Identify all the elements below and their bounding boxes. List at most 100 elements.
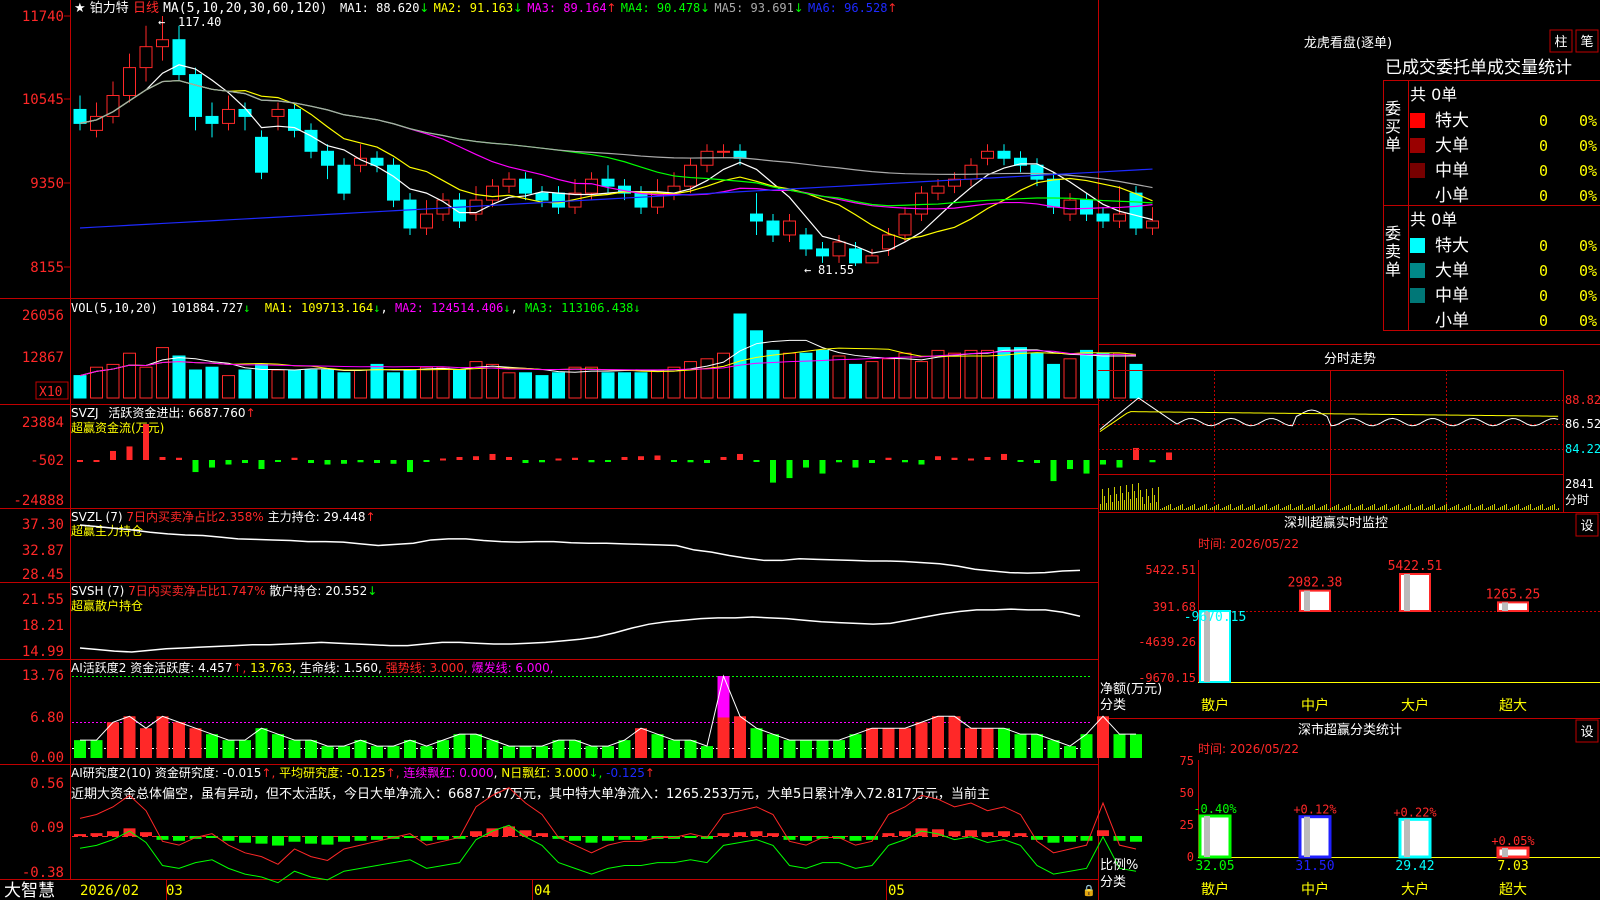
fenshi-volume-bar [1366, 508, 1367, 510]
fenshi-volume-bar [1438, 508, 1439, 510]
favorite-star-icon: ★ [74, 1, 86, 16]
fenshi-volume-bar [1310, 506, 1311, 510]
fenshi-volume-bar [1274, 506, 1275, 510]
fenshi-volume-bar [1308, 507, 1309, 510]
svzj-bar [885, 457, 892, 460]
candle-body [156, 39, 169, 48]
svzj-bar [951, 457, 958, 460]
fenshi-volume-bar [1254, 504, 1255, 510]
sz-class-category: 散户 [1201, 881, 1229, 898]
candle-body [1129, 192, 1143, 229]
ai-active-bar [915, 722, 928, 758]
svzj-bar [1149, 460, 1156, 463]
ai-active-bar [965, 728, 977, 758]
sz-class-bar-shade [1304, 816, 1310, 857]
fenshi-volume-bar [1202, 506, 1203, 510]
svsh-title: SVSH (7) [71, 584, 124, 598]
volume-bar [337, 372, 351, 399]
xaxis-label-2026-02: 2026/02 [80, 883, 139, 899]
sz-class-title: 深市超赢分类统计 [1298, 722, 1402, 738]
fenshi-volume-bar [1520, 509, 1521, 510]
candlestick-series [73, 16, 1159, 266]
fenshi-axis-top: 88.82 [1565, 393, 1600, 407]
ai-active-bar [321, 746, 334, 758]
svzj-bar [539, 460, 545, 463]
fenshi-volume-bar [1486, 508, 1487, 510]
sz-monitor-bar-shade [1502, 602, 1508, 611]
lock-icon[interactable]: 🔒 [1082, 884, 1096, 897]
fenshi-volume-bar [1160, 509, 1161, 510]
svsh-red: 7日内买卖净占比1.747% [128, 583, 265, 598]
fenshi-volume-bar [1226, 506, 1227, 510]
tick-mode-label[interactable]: 笔 [1580, 34, 1593, 50]
ai-research-title: AI研究度2(10) [71, 765, 151, 780]
candle-body [387, 164, 400, 201]
candle-body [486, 185, 499, 201]
sz-monitor-time: 时间: 2026/05/22 [1198, 537, 1299, 551]
order-size-percent: 0% [1579, 287, 1597, 305]
stock-chart-canvas[interactable]: ★ 铂力特 日线 MA(5,10,20,30,60,120) MA1: 88.6… [0, 0, 1600, 900]
candle-body [337, 164, 351, 194]
volume-bar [750, 330, 763, 399]
sz-monitor-settings-label[interactable]: 设 [1580, 519, 1593, 534]
fenshi-volume-bar [1512, 507, 1513, 510]
fenshi-volume-bar [1234, 508, 1235, 510]
volume-bar [865, 361, 879, 399]
fenshi-volume-bar [1306, 508, 1307, 510]
fenshi-volume-bar [1176, 507, 1177, 510]
ai-research-bar [156, 836, 169, 840]
ai-research-axis-mid: 0.09 [30, 820, 64, 836]
fenshi-axis-mid: 86.52 [1565, 417, 1600, 431]
ai-research-bar [470, 831, 482, 836]
vol-unit-label[interactable]: X10 [39, 385, 62, 400]
ma-legend-item: MA5: 93.691 [714, 1, 793, 15]
ai-active-bar [701, 746, 713, 758]
fenshi-volume-bar [1154, 495, 1155, 510]
fenshi-volume-bar [1132, 484, 1133, 510]
fenshi-volume-bar [1204, 505, 1205, 510]
volume-bar [238, 369, 252, 399]
fenshi-volume-bar [1536, 507, 1537, 510]
sz-class-chart: 75 50 25 0 -0.40% 32.05 散户 +0.12% 31.50 中户 +0.22% 2… [1180, 754, 1600, 898]
fenshi-volume-bar [1242, 504, 1243, 510]
xaxis-label-03: 03 [166, 883, 183, 899]
order-side-label: 委卖单 [1385, 224, 1401, 279]
fenshi-volume-bar [1312, 505, 1313, 510]
fenshi-volume-bar [1230, 504, 1231, 510]
volume-bar [816, 349, 829, 399]
fenshi-volume-bar [1348, 505, 1349, 510]
order-size-percent: 0% [1579, 237, 1597, 255]
fenshi-volume-bar [1190, 506, 1191, 510]
ai-research-bar [750, 831, 763, 836]
fenshi-volume-bar [1352, 509, 1353, 510]
ai-research-bar [734, 832, 746, 836]
ai-active-bar [998, 728, 1010, 758]
sz-class-settings-label[interactable]: 设 [1580, 725, 1593, 740]
fenshi-volume-bar [1288, 505, 1289, 510]
price-axis-label: 11740 [22, 9, 64, 25]
svzj-bar [308, 460, 314, 464]
sz-monitor-title: 深圳超赢实时监控 [1284, 515, 1388, 531]
ai-active-bar [404, 740, 416, 758]
fenshi-volume-bar [1100, 504, 1101, 510]
candle-body [255, 136, 268, 173]
order-color-swatch [1410, 263, 1425, 278]
volume-bar [403, 369, 417, 399]
fenshi-volume-bar [1194, 504, 1195, 510]
fenshi-volume-bar [1174, 508, 1175, 510]
svzj-bar [852, 460, 859, 468]
svg-text:VOL(5,10,20) 101884.727↓,: VOL(5,10,20) 101884.727↓, MA1: 109713.16… [71, 301, 641, 315]
ai-active-axis-mid: 6.80 [30, 710, 64, 726]
fenshi-volume-bar [1532, 509, 1533, 510]
bar-mode-label[interactable]: 柱 [1554, 35, 1567, 50]
candle-body [964, 164, 978, 180]
volume-bar [222, 375, 235, 399]
fenshi-volume-bar [1212, 507, 1213, 510]
fenshi-volume-bar [1546, 508, 1547, 510]
fenshi-volume-bar [1528, 505, 1529, 510]
sz-monitor-category: 中户 [1301, 697, 1329, 714]
order-size-name: 特大 [1435, 111, 1469, 131]
volume-bar [1129, 363, 1143, 399]
fenshi-volume-bar [1172, 509, 1173, 510]
fenshi-volume-bar [1246, 508, 1247, 510]
